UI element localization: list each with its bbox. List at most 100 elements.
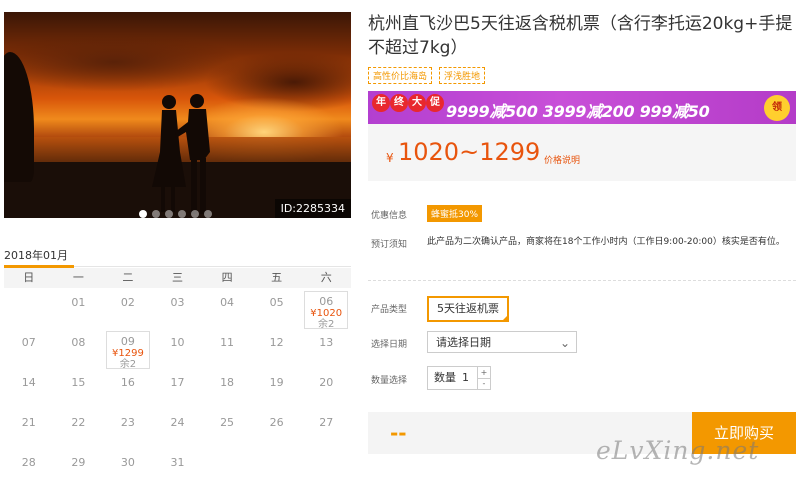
calendar-day-number: 09 [120, 335, 135, 348]
calendar-day[interactable]: 27 [301, 410, 351, 450]
calendar-day[interactable]: 23 [103, 410, 153, 450]
qty-prefix: 数量 [434, 371, 456, 384]
product-photo[interactable]: ID:2285334 [4, 12, 351, 218]
price-note-link[interactable]: 价格说明 [544, 153, 580, 166]
calendar-day-number: 21 [21, 416, 36, 429]
date-label: 选择日期 [371, 340, 408, 350]
price-panel: ¥ 1020~1299 价格说明 [368, 124, 796, 181]
promo-banner[interactable]: 年 终 大 促 9999减500 3999减200 999减50 领 [368, 91, 796, 124]
calendar-day-number: 22 [71, 416, 86, 429]
chevron-down-icon: ⌄ [559, 336, 570, 350]
calendar-day[interactable]: 24 [153, 410, 203, 450]
image-id-label: ID:2285334 [274, 199, 351, 218]
quantity-stepper[interactable]: 数量 1 + - [427, 366, 491, 390]
calendar-day[interactable]: 17 [153, 370, 203, 410]
carousel-dot[interactable] [165, 210, 173, 218]
promo-badge-char: 大 [408, 94, 426, 112]
calendar-day-number: 15 [71, 376, 86, 389]
calendar-day[interactable]: 07 [4, 330, 54, 370]
carousel-dot[interactable] [139, 210, 147, 218]
calendar-weekday-header: 日 一 二 三 四 五 六 [4, 268, 351, 288]
calendar-day[interactable]: 18 [202, 370, 252, 410]
carousel-dot[interactable] [204, 210, 212, 218]
calendar-day[interactable]: 21 [4, 410, 54, 450]
calendar-day-number: 20 [319, 376, 334, 389]
weekday-label: 一 [72, 271, 84, 284]
carousel-dot[interactable] [152, 210, 160, 218]
calendar-day-number: 30 [120, 456, 135, 469]
date-select-placeholder: 请选择日期 [436, 336, 491, 349]
calendar-day[interactable]: 31 [153, 450, 203, 490]
calendar-day[interactable]: 26 [252, 410, 302, 450]
calendar-day-available[interactable]: 06 ¥1020 余2 [304, 291, 348, 330]
calendar-day[interactable]: 29 [54, 450, 104, 490]
calendar-month-tab[interactable]: 2018年01月 [4, 247, 68, 263]
watermark: eLvXing.net [596, 436, 760, 465]
calendar-day[interactable]: 08 [54, 330, 104, 370]
qty-value[interactable]: 1 [462, 371, 469, 384]
calendar-day-number: 25 [220, 416, 235, 429]
promo-badge-char: 年 [372, 94, 390, 112]
tag-badge[interactable]: 高性价比海岛 [368, 67, 433, 84]
calendar-day-number: 07 [21, 336, 36, 349]
calendar-day[interactable]: 10 [153, 330, 203, 370]
calendar-day[interactable]: 02 [103, 290, 153, 330]
calendar-day-number: 01 [71, 296, 86, 309]
carousel-dot[interactable] [191, 210, 199, 218]
couple-silhouette [152, 94, 210, 214]
carousel-dot[interactable] [178, 210, 186, 218]
weekday-label: 日 [23, 271, 35, 284]
divider [368, 280, 796, 281]
calendar-grid: 01 02 03 04 05 06 ¥1020 余2 07 08 09 ¥1299 余2 10 11 12 13… [4, 290, 351, 490]
calendar-day-number: 12 [269, 336, 284, 349]
type-label: 产品类型 [371, 305, 408, 315]
currency-symbol: ¥ [386, 151, 394, 165]
calendar-day-number: 29 [71, 456, 86, 469]
calendar-day-number: 31 [170, 456, 185, 469]
carousel-dots [139, 210, 212, 218]
notice-text: 此产品为二次确认产品，商家将在18个工作小时内（工作日9:00-20:00）核实… [427, 237, 785, 247]
product-tags: 高性价比海岛 浮浅胜地 [368, 67, 486, 84]
calendar-day [4, 290, 54, 330]
date-select[interactable]: 请选择日期 ⌄ [427, 331, 577, 353]
calendar-day-number: 24 [170, 416, 185, 429]
product-type-option[interactable]: 5天往返机票 [427, 296, 509, 322]
tag-badge[interactable]: 浮浅胜地 [439, 67, 486, 84]
calendar-day[interactable]: 03 [153, 290, 203, 330]
calendar-day[interactable]: 30 [103, 450, 153, 490]
calendar-day[interactable]: 11 [202, 330, 252, 370]
calendar-day[interactable]: 05 [252, 290, 302, 330]
calendar-day-available[interactable]: 09 ¥1299 余2 [106, 331, 150, 370]
calendar-day[interactable]: 01 [54, 290, 104, 330]
decrement-icon[interactable]: - [477, 378, 490, 389]
calendar-day-number: 03 [170, 296, 185, 309]
promo-offers: 9999减500 3999减200 999减50 [446, 102, 710, 121]
coupon-coin-icon[interactable]: 领 [764, 95, 790, 121]
weekday-label: 六 [320, 271, 332, 284]
promo-badge-char: 促 [426, 94, 444, 112]
calendar-day-number: 13 [319, 336, 334, 349]
calendar-day[interactable]: 04 [202, 290, 252, 330]
calendar-day-remaining: 余2 [119, 359, 137, 370]
calendar-day[interactable]: 20 [301, 370, 351, 410]
calendar-day[interactable]: 22 [54, 410, 104, 450]
calendar-day-price: ¥1299 [112, 348, 144, 359]
calendar-day[interactable]: 14 [4, 370, 54, 410]
calendar-day[interactable]: 16 [103, 370, 153, 410]
calendar-day-number: 23 [120, 416, 135, 429]
calendar-day[interactable]: 19 [252, 370, 302, 410]
calendar-day-price: ¥1020 [310, 308, 343, 319]
calendar-day-remaining: 余2 [318, 319, 335, 330]
calendar-day[interactable]: 13 [301, 330, 351, 370]
product-type-value: 5天往返机票 [437, 302, 499, 315]
calendar-day[interactable]: 25 [202, 410, 252, 450]
calendar-day-number: 19 [269, 376, 284, 389]
calendar-day[interactable]: 28 [4, 450, 54, 490]
weekday-label: 二 [122, 271, 134, 284]
calendar-day-number: 27 [319, 416, 334, 429]
calendar-day-number: 05 [269, 296, 284, 309]
calendar-day-number: 04 [220, 296, 235, 309]
product-title: 杭州直飞沙巴5天往返含税机票（含行李托运20kg+手提不超过7kg） [368, 14, 793, 58]
calendar-day[interactable]: 12 [252, 330, 302, 370]
calendar-day[interactable]: 15 [54, 370, 104, 410]
